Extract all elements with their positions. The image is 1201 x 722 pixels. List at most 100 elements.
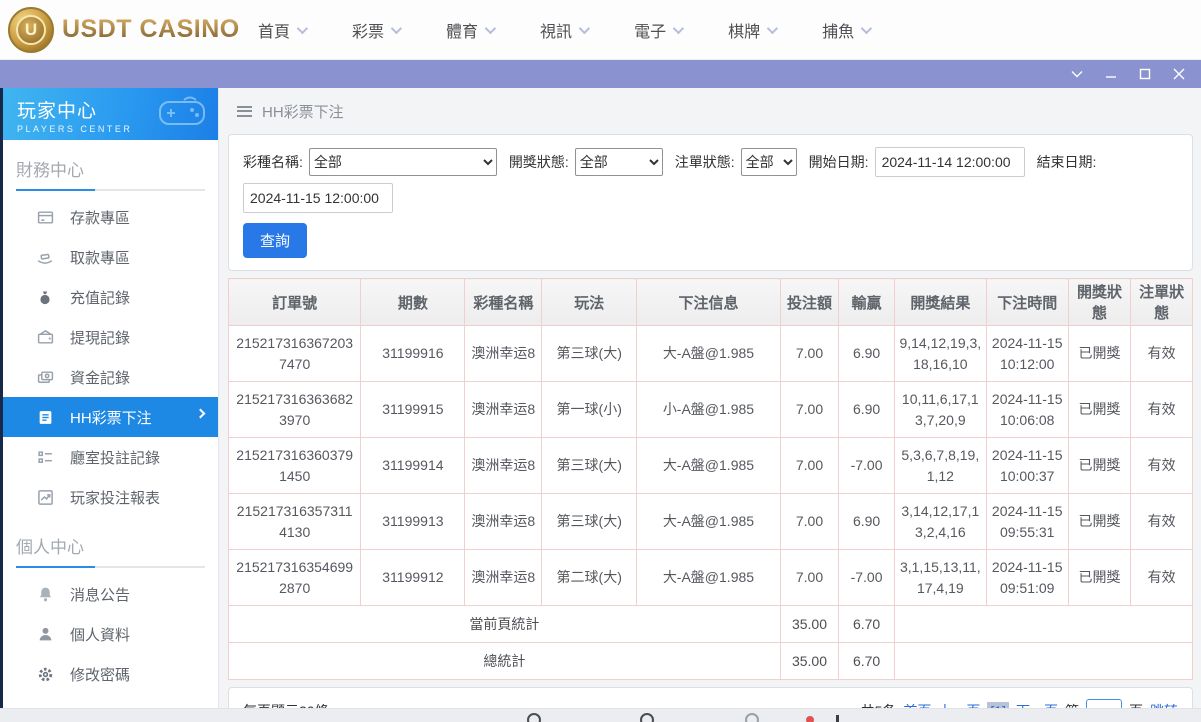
password-gear-icon [36, 665, 54, 683]
table-cell: 2024-11-15 10:12:00 [985, 325, 1069, 382]
table-cell: 5,3,6,7,8,19,1,12 [893, 437, 987, 494]
nav-item-3[interactable]: 體育 [446, 18, 497, 42]
table-cell: 2152173163573114130 [227, 493, 362, 550]
chevron-down-icon [672, 22, 685, 34]
sidebar-item-withdrawal-record[interactable]: 提現記錄 [3, 317, 218, 357]
table-cell: 2152173163546992870 [227, 549, 362, 606]
nav-item-2[interactable]: 彩票 [352, 18, 403, 42]
table-cell: 3,14,12,17,13,2,4,16 [893, 493, 987, 550]
next-page-link[interactable]: 下一页 [1016, 701, 1058, 708]
summary-winloss-total: 6.70 [838, 605, 895, 643]
table-cell: 有效 [1130, 549, 1193, 606]
end-date-input[interactable] [243, 183, 393, 213]
sidebar-item-funds-record[interactable]: 資金記錄 [3, 357, 218, 397]
lottery-name-select[interactable]: 全部 [308, 148, 497, 176]
table-cell: 31199913 [360, 493, 466, 550]
table-row: 2152173163603791450 31199914 澳洲幸运8 第三球(大) 大-… [227, 437, 1193, 494]
table-cell: 有效 [1130, 381, 1193, 438]
chevron-down-icon [766, 22, 779, 34]
column-header: 投注額 [779, 278, 840, 326]
column-header: 注單狀態 [1130, 278, 1193, 326]
table-row: 2152173163672037470 31199916 澳洲幸运8 第三球(大) 大-… [227, 325, 1193, 382]
column-header: 訂單號 [227, 278, 362, 326]
sidebar-item-label: 取款專區 [70, 249, 131, 267]
close-icon[interactable] [1167, 64, 1191, 84]
table-cell: 大-A盤@1.985 [636, 437, 781, 494]
jump-page-input[interactable] [1086, 699, 1122, 708]
gamepad-icon [156, 94, 208, 133]
table-cell: 已開獎 [1067, 549, 1132, 606]
chevron-down-icon [390, 22, 403, 34]
sidebar-item-label: 廳室投註記錄 [70, 449, 161, 467]
maximize-icon[interactable] [1133, 64, 1157, 84]
order-status-label: 注單狀態: [674, 154, 735, 170]
table-cell: 6.90 [838, 381, 895, 438]
summary-label: 總統計 [228, 642, 781, 680]
sidebar-item-lottery-bet[interactable]: HH彩票下注 [3, 397, 218, 437]
main-content: HH彩票下注 彩種名稱: 全部 開獎狀態: 全部 注單狀態: 全部 開始日期: … [219, 88, 1201, 708]
summary-label: 當前頁統計 [228, 605, 781, 643]
table-cell: 2152173163603791450 [227, 437, 362, 494]
minimize-icon[interactable] [1099, 64, 1123, 84]
sidebar-item-notice-bell[interactable]: 消息公告 [3, 574, 218, 614]
withdraw-icon [36, 248, 54, 266]
table-cell: 有效 [1130, 437, 1193, 494]
sidebar-item-profile-person[interactable]: 個人資料 [3, 614, 218, 654]
sidebar-item-player-report[interactable]: 玩家投注報表 [3, 477, 218, 517]
brand-badge-icon: U [8, 6, 54, 53]
nav-item-1[interactable]: 首頁 [258, 18, 309, 42]
sidebar-item-withdraw[interactable]: 取款專區 [3, 237, 218, 277]
brand-logo[interactable]: U USDT CASINO [0, 6, 240, 53]
table-cell: 2024-11-15 10:00:37 [985, 437, 1069, 494]
start-date-input[interactable] [874, 147, 1025, 177]
jump-action-link[interactable]: 跳转 [1150, 701, 1178, 708]
sidebar: 玩家中心 PLAYERS CENTER 財務中心 存款專區 取款專區 充值記錄 提現記錄… [3, 88, 219, 708]
first-page-link[interactable]: 首页 [903, 701, 931, 708]
sidebar-item-password-gear[interactable]: 修改密碼 [3, 654, 218, 694]
section-underline [16, 566, 205, 568]
sidebar-item-label: 存款專區 [70, 209, 131, 227]
search-button[interactable]: 查詢 [243, 223, 308, 258]
sidebar-item-label: 資金記錄 [70, 369, 131, 387]
table-cell: 2152173163636823970 [227, 381, 362, 438]
table-cell: 10,11,6,17,13,7,20,9 [893, 381, 987, 438]
sidebar-item-deposit[interactable]: 存款專區 [3, 197, 218, 237]
column-header: 輸贏 [838, 278, 895, 326]
sidebar-item-label: HH彩票下注 [70, 409, 152, 427]
nav-item-label: 首頁 [258, 23, 291, 41]
sidebar-section-title: 個人中心 [16, 538, 84, 557]
table-cell: 第一球(小) [541, 381, 638, 438]
nav-item-4[interactable]: 視訊 [540, 18, 591, 42]
column-header: 下注信息 [636, 278, 781, 326]
nav-item-5[interactable]: 電子 [634, 18, 685, 42]
section-underline [16, 189, 205, 191]
sidebar-item-room-bet-record[interactable]: 廳室投註記錄 [3, 437, 218, 477]
sidebar-item-label: 個人資料 [70, 626, 131, 644]
table-cell: 已開獎 [1067, 325, 1132, 382]
nav-item-7[interactable]: 捕魚 [822, 18, 873, 42]
footer-partial-icon [836, 715, 839, 722]
nav-item-6[interactable]: 棋牌 [728, 18, 779, 42]
table-cell: 有效 [1130, 493, 1193, 550]
lottery-name-label: 彩種名稱: [243, 154, 303, 170]
summary-row: 總統計 35.00 6.70 [228, 642, 1194, 680]
draw-status-label: 開獎狀態: [508, 154, 569, 170]
nav-item-label: 彩票 [352, 23, 385, 41]
order-status-select[interactable]: 全部 [740, 148, 797, 176]
draw-status-select[interactable]: 全部 [574, 148, 663, 176]
table-cell: 2024-11-15 10:06:08 [985, 381, 1069, 438]
sidebar-item-label: 玩家投注報表 [70, 489, 161, 507]
player-report-icon [36, 488, 54, 506]
table-header-row: 訂單號 期數 彩種名稱 玩法 下注信息 投注額 輸贏 開獎結果 下注時間 開獎狀態 注單狀態 [227, 278, 1193, 326]
table-cell: 第三球(大) [541, 437, 638, 494]
table-cell: 2152173163672037470 [227, 325, 362, 382]
table-cell: 已開獎 [1067, 493, 1132, 550]
prev-page-link[interactable]: 上一页 [938, 701, 980, 708]
nav-item-label: 體育 [446, 23, 479, 41]
hamburger-icon[interactable] [237, 105, 252, 117]
chevron-down-icon[interactable] [1065, 64, 1089, 84]
sidebar-item-label: 充值記錄 [70, 289, 131, 307]
sidebar-header: 玩家中心 PLAYERS CENTER [3, 88, 218, 140]
sidebar-item-recharge-record[interactable]: 充值記錄 [3, 277, 218, 317]
jump-suffix-label: 页 [1129, 701, 1143, 708]
